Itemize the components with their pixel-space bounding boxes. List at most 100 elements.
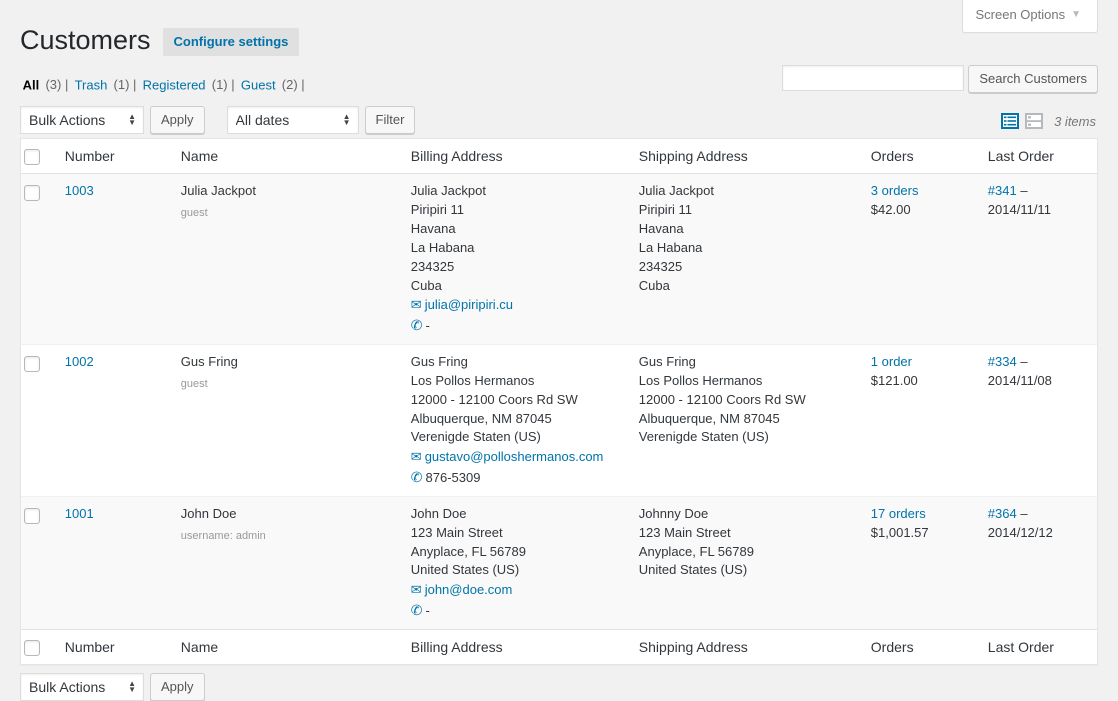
- customer-username: username: admin: [181, 527, 391, 546]
- filter-count-trash: (1): [114, 77, 130, 92]
- cell-last-order: #364 – 2014/12/12: [978, 497, 1097, 629]
- shipping-line: Gus Fring: [639, 353, 851, 372]
- billing-line: Albuquerque, NM 87045: [411, 410, 619, 429]
- phone-icon: ✆: [411, 469, 423, 485]
- row-select-cell: [21, 174, 55, 345]
- orders-count-link[interactable]: 17 orders: [871, 506, 926, 521]
- last-order-date: 2014/11/08: [988, 373, 1052, 388]
- cell-orders: 17 orders $1,001.57: [861, 497, 978, 629]
- filter-count-registered: (1): [212, 77, 228, 92]
- column-header-billing-address[interactable]: Billing Address: [401, 139, 629, 174]
- page-wrap: Customers Configure settings Search Cust…: [0, 0, 1118, 701]
- filter-link-trash[interactable]: Trash: [72, 75, 110, 95]
- orders-count-link[interactable]: 3 orders: [871, 183, 919, 198]
- customer-number-link[interactable]: 1003: [65, 183, 94, 198]
- column-footer-last-order[interactable]: Last Order: [978, 629, 1097, 664]
- shipping-line: Julia Jackpot: [639, 182, 851, 201]
- last-order-date: 2014/11/11: [988, 202, 1051, 217]
- column-header-name[interactable]: Name: [171, 139, 401, 174]
- row-select-cell: [21, 497, 55, 629]
- page-title-row: Customers Configure settings: [20, 0, 1098, 62]
- column-header-last-order[interactable]: Last Order: [978, 139, 1097, 174]
- billing-phone-value: -: [426, 318, 430, 333]
- column-header-shipping-address[interactable]: Shipping Address: [629, 139, 861, 174]
- phone-icon: ✆: [411, 602, 423, 618]
- billing-email-link[interactable]: john@doe.com: [425, 582, 513, 597]
- customer-number-link[interactable]: 1001: [65, 506, 94, 521]
- filter-separator: |: [301, 77, 304, 92]
- shipping-line: La Habana: [639, 239, 851, 258]
- last-order-link[interactable]: #341: [988, 183, 1017, 198]
- row-checkbox[interactable]: [24, 356, 40, 372]
- column-header-number[interactable]: Number: [55, 139, 171, 174]
- billing-phone-value: 876-5309: [426, 470, 481, 485]
- excerpt-view-icon[interactable]: [1024, 111, 1044, 131]
- search-input[interactable]: [782, 65, 964, 91]
- bulk-actions-select-bottom[interactable]: Bulk Actions: [20, 673, 144, 701]
- tablenav-pages: 3 items: [998, 107, 1098, 135]
- column-footer-billing-address[interactable]: Billing Address: [401, 629, 629, 664]
- column-footer-name[interactable]: Name: [171, 629, 401, 664]
- column-header-orders[interactable]: Orders: [861, 139, 978, 174]
- filter-separator: |: [231, 77, 234, 92]
- column-footer-shipping-address[interactable]: Shipping Address: [629, 629, 861, 664]
- customer-name: Gus Fring: [181, 354, 238, 369]
- configure-settings-button[interactable]: Configure settings: [163, 28, 300, 56]
- email-icon: ✉: [411, 582, 422, 597]
- cell-number: 1002: [55, 345, 171, 497]
- filter-link-guest[interactable]: Guest: [238, 75, 278, 95]
- filter-separator: |: [133, 77, 136, 92]
- select-all-checkbox[interactable]: [24, 149, 40, 165]
- date-filter-select[interactable]: All dates: [227, 106, 359, 134]
- shipping-line: Los Pollos Hermanos: [639, 372, 851, 391]
- filter-button[interactable]: Filter: [365, 106, 416, 134]
- cell-name: Gus Fring guest: [171, 345, 401, 497]
- filter-item-guest: Guest (2) |: [238, 75, 304, 95]
- filter-label-registered: Registered: [143, 77, 206, 92]
- cell-last-order: #334 – 2014/11/08: [978, 345, 1097, 497]
- search-customers-button[interactable]: Search Customers: [968, 65, 1098, 93]
- row-checkbox[interactable]: [24, 185, 40, 201]
- last-order-sep: –: [1020, 354, 1027, 369]
- select-all-checkbox-footer[interactable]: [24, 640, 40, 656]
- filter-link-all[interactable]: All: [20, 75, 42, 95]
- date-filter-wrap: All dates ▲▼: [227, 106, 359, 134]
- orders-amount: $42.00: [871, 201, 968, 220]
- list-view-icon[interactable]: [1000, 111, 1020, 131]
- customer-number-link[interactable]: 1002: [65, 354, 94, 369]
- email-icon: ✉: [411, 297, 422, 312]
- customer-role: guest: [181, 204, 391, 223]
- last-order-link[interactable]: #364: [988, 506, 1017, 521]
- bulk-actions-wrap-bottom: Bulk Actions ▲▼: [20, 673, 144, 701]
- shipping-line: 123 Main Street: [639, 524, 851, 543]
- row-select-cell: [21, 345, 55, 497]
- billing-email-link[interactable]: gustavo@polloshermanos.com: [425, 449, 604, 464]
- table-header-row: Number Name Billing Address Shipping Add…: [21, 139, 1097, 174]
- billing-line: Julia Jackpot: [411, 182, 619, 201]
- column-footer-number[interactable]: Number: [55, 629, 171, 664]
- select-all-header: [21, 139, 55, 174]
- apply-button[interactable]: Apply: [150, 106, 205, 134]
- billing-email-link[interactable]: julia@piripiri.cu: [425, 297, 513, 312]
- cell-shipping-address: Julia Jackpot Piripiri 11 Havana La Haba…: [629, 174, 861, 345]
- filter-label-trash: Trash: [75, 77, 108, 92]
- billing-line: United States (US): [411, 561, 619, 580]
- bulk-actions-select[interactable]: Bulk Actions: [20, 106, 144, 134]
- column-footer-orders[interactable]: Orders: [861, 629, 978, 664]
- cell-billing-address: John Doe 123 Main Street Anyplace, FL 56…: [401, 497, 629, 629]
- tablenav-bottom: Bulk Actions ▲▼ Apply: [20, 671, 1098, 701]
- table-row: 1002 Gus Fring guest Gus Fring Los Pollo…: [21, 345, 1097, 497]
- orders-count-link[interactable]: 1 order: [871, 354, 912, 369]
- billing-line: Piripiri 11: [411, 201, 619, 220]
- apply-button-bottom[interactable]: Apply: [150, 673, 205, 701]
- last-order-link[interactable]: #334: [988, 354, 1017, 369]
- last-order-sep: –: [1020, 183, 1027, 198]
- filter-item-registered: Registered (1) |: [140, 75, 238, 95]
- filter-link-registered[interactable]: Registered: [140, 75, 208, 95]
- cell-number: 1003: [55, 174, 171, 345]
- billing-line: Havana: [411, 220, 619, 239]
- filter-item-all: All (3) |: [20, 75, 72, 95]
- select-all-footer: [21, 629, 55, 664]
- row-checkbox[interactable]: [24, 508, 40, 524]
- last-order-sep: –: [1020, 506, 1027, 521]
